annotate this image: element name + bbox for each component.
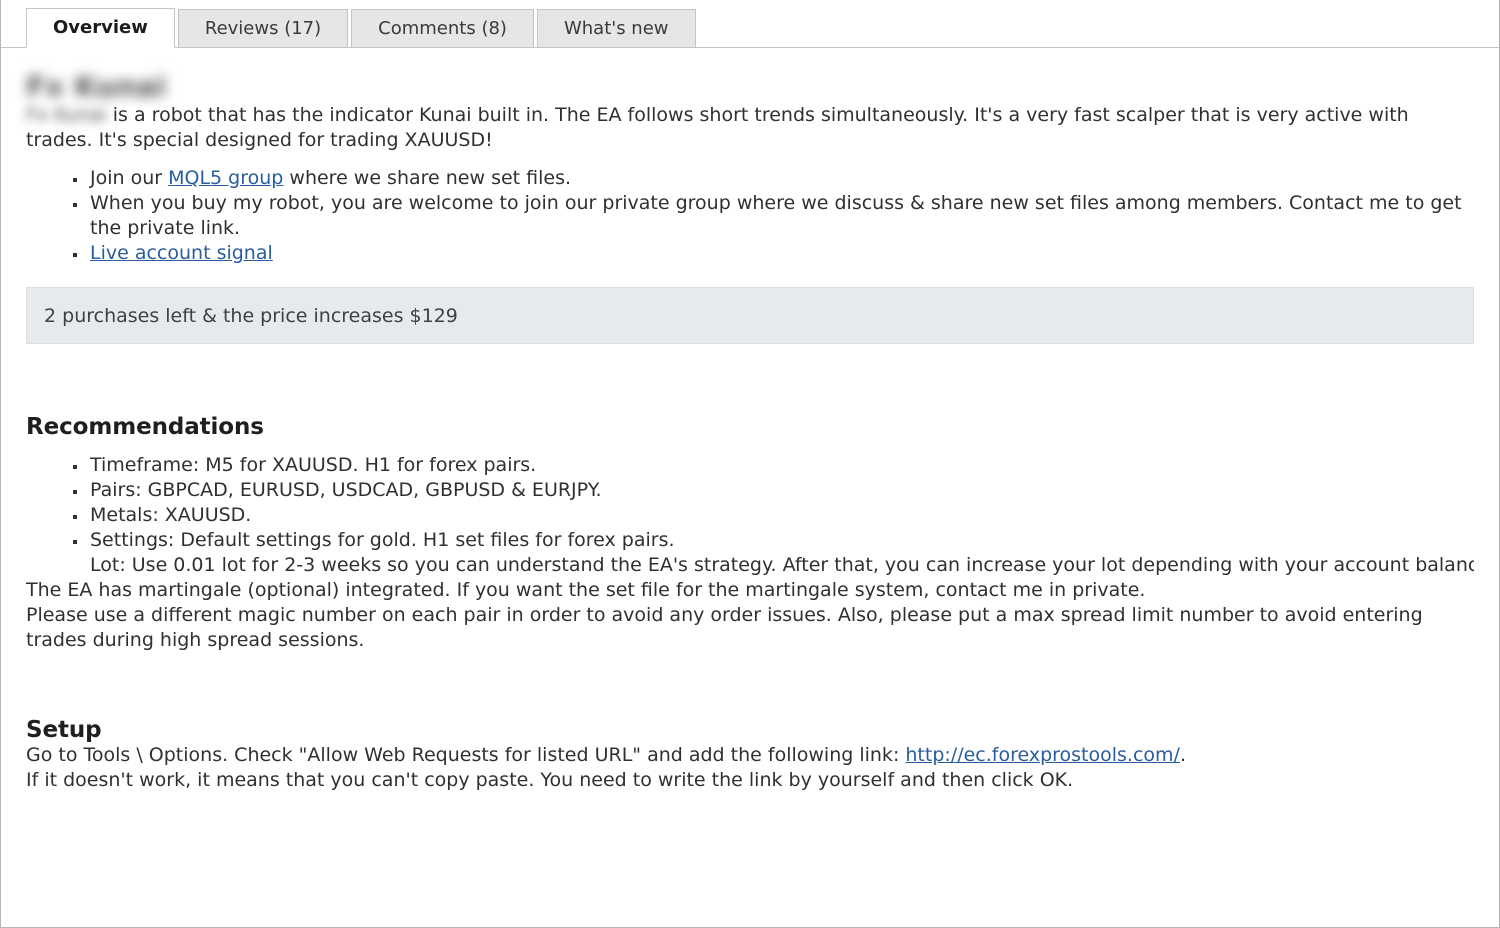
setup-heading: Setup (26, 717, 102, 743)
tab-comments-label: Comments (8) (378, 18, 507, 39)
tab-whats-new-label: What's new (563, 18, 669, 39)
live-account-signal-link[interactable]: Live account signal (90, 242, 273, 264)
tab-reviews[interactable]: Reviews (17) (177, 9, 349, 48)
list-item: When you buy my robot, you are welcome t… (88, 191, 1474, 241)
setup-text-after-link: . (1179, 744, 1187, 766)
overview-content: Fx Kunai Fx Kunai is a robot that has th… (1, 48, 1499, 793)
product-name-inline-redacted: Fx Kunai (26, 104, 107, 126)
list-item: Lot: Use 0.01 lot for 2-3 weeks so you c… (88, 553, 1474, 578)
private-group-text: When you buy my robot, you are welcome t… (90, 192, 1462, 239)
recommendations-list: Timeframe: M5 for XAUUSD. H1 for forex p… (26, 453, 1474, 578)
list-item: Timeframe: M5 for XAUUSD. H1 for forex p… (88, 453, 1474, 478)
magic-number-paragraph: Please use a different magic number on e… (26, 604, 1423, 651)
tab-overview-label: Overview (53, 17, 148, 38)
intro-paragraph: Fx Kunai is a robot that has the indicat… (26, 103, 1474, 153)
product-overview-page: Overview Reviews (17) Comments (8) What'… (0, 0, 1500, 928)
list-item: Settings: Default settings for gold. H1 … (88, 528, 1474, 553)
join-group-text-after: where we share new set files. (283, 167, 572, 189)
recommendation-lot: Lot: Use 0.01 lot for 2-3 weeks so you c… (90, 554, 1474, 576)
recommendation-timeframe: Timeframe: M5 for XAUUSD. H1 for forex p… (90, 454, 537, 476)
recommendation-settings: Settings: Default settings for gold. H1 … (90, 529, 675, 551)
forexprostools-url-link[interactable]: http://ec.forexprostools.com/ (905, 744, 1180, 766)
intro-text: is a robot that has the indicator Kunai … (26, 104, 1409, 151)
mql5-group-link[interactable]: MQL5 group (168, 167, 283, 189)
tab-bar: Overview Reviews (17) Comments (8) What'… (1, 0, 1499, 48)
join-group-text-before: Join our (90, 167, 169, 189)
list-item: Live account signal (88, 241, 1474, 266)
purchase-notice-text: 2 purchases left & the price increases $… (44, 304, 458, 327)
tab-overview[interactable]: Overview (26, 8, 175, 48)
setup-paragraph-1: Go to Tools \ Options. Check "Allow Web … (26, 743, 1474, 768)
recommendation-pairs: Pairs: GBPCAD, EURUSD, USDCAD, GBPUSD & … (90, 479, 602, 501)
setup-text-before-link: Go to Tools \ Options. Check "Allow Web … (26, 744, 906, 766)
purchase-notice-banner: 2 purchases left & the price increases $… (26, 287, 1474, 344)
recommendations-heading: Recommendations (26, 414, 264, 440)
tab-whats-new[interactable]: What's new (536, 9, 696, 48)
tab-reviews-label: Reviews (17) (204, 18, 322, 39)
setup-paragraph-2: If it doesn't work, it means that you ca… (26, 769, 1074, 791)
intro-bullet-list: Join our MQL5 group where we share new s… (26, 166, 1474, 266)
list-item: Metals: XAUUSD. (88, 503, 1474, 528)
list-item: Join our MQL5 group where we share new s… (88, 166, 1474, 191)
product-title-redacted: Fx Kunai (26, 70, 167, 103)
list-item: Pairs: GBPCAD, EURUSD, USDCAD, GBPUSD & … (88, 478, 1474, 503)
tab-comments[interactable]: Comments (8) (351, 9, 534, 48)
martingale-paragraph: The EA has martingale (optional) integra… (26, 579, 1146, 601)
recommendation-metals: Metals: XAUUSD. (90, 504, 252, 526)
